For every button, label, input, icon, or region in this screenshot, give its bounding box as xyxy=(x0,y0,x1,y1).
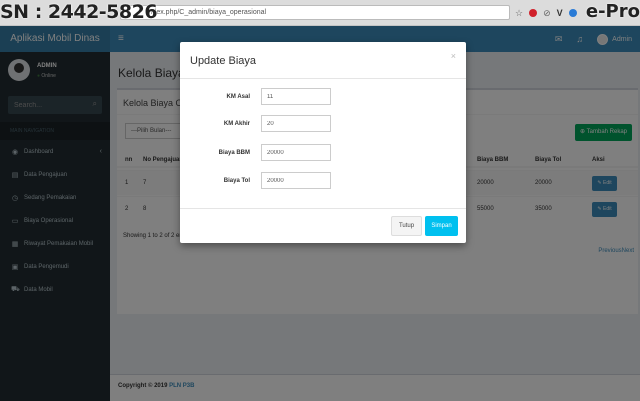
biaya-tol-input[interactable] xyxy=(261,172,331,189)
modal-title: Update Biaya xyxy=(190,55,257,67)
close-button[interactable]: Tutup xyxy=(391,216,422,236)
biaya-bbm-input[interactable] xyxy=(261,144,331,161)
extension-blue-icon[interactable] xyxy=(568,9,577,17)
browser-extension-icons: ☆ ⊘ V xyxy=(515,6,577,20)
modal-footer-divider xyxy=(180,208,466,209)
modal-header-divider xyxy=(180,78,466,79)
km-asal-label: KM Asal xyxy=(226,94,250,100)
star-icon[interactable]: ☆ xyxy=(515,8,523,19)
extension-red-icon[interactable] xyxy=(529,9,538,17)
close-icon[interactable]: × xyxy=(451,51,456,61)
km-akhir-input[interactable] xyxy=(261,115,331,132)
extension-shield-icon[interactable]: ⊘ xyxy=(543,8,551,19)
issn-watermark: SN : 2442-5826 xyxy=(0,1,158,23)
update-biaya-modal: Update Biaya × KM Asal KM Akhir Biaya BB… xyxy=(180,42,466,243)
extension-v-icon[interactable]: V xyxy=(557,8,563,18)
km-asal-input[interactable] xyxy=(261,88,331,105)
eproceeding-watermark: e-Pro xyxy=(585,1,640,22)
save-button[interactable]: Simpan xyxy=(425,216,458,236)
km-akhir-label: KM Akhir xyxy=(223,121,250,127)
address-bar[interactable]: index.php/C_admin/biaya_operasional xyxy=(120,5,510,20)
biaya-tol-label: Biaya Tol xyxy=(223,178,250,184)
biaya-bbm-label: Biaya BBM xyxy=(218,150,250,156)
